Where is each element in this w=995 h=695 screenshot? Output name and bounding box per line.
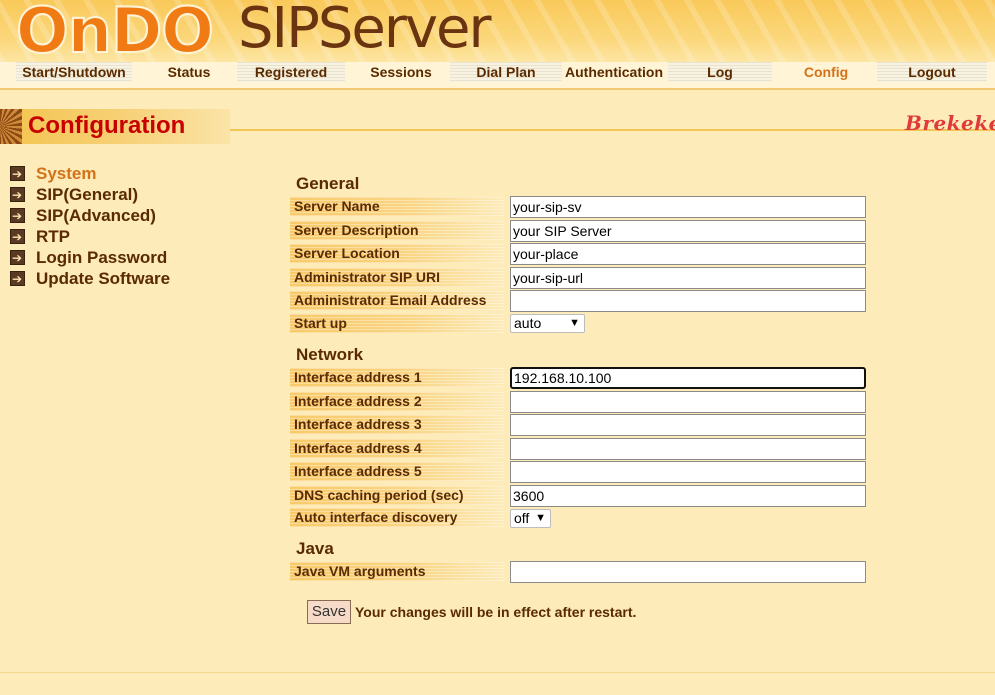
label-text: Administrator Email Address <box>294 292 487 308</box>
nav-logout[interactable]: Logout <box>877 62 987 82</box>
label-text: Auto interface discovery <box>294 509 458 525</box>
label-text: Interface address 5 <box>294 463 422 479</box>
sidebar-item-label: System <box>36 164 97 183</box>
admin-sip-uri-label: Administrator SIP URI <box>290 268 504 287</box>
label-text: Server Name <box>294 198 380 214</box>
interface-address-5-field[interactable] <box>510 461 866 483</box>
dns-caching-field[interactable] <box>510 485 866 507</box>
page-title-bar: Configuration <box>0 109 230 144</box>
interface-address-5-label: Interface address 5 <box>290 462 504 481</box>
sidebar-item-label: SIP(Advanced) <box>36 206 156 225</box>
chevron-down-icon: ▼ <box>535 512 546 524</box>
sidebar-item-label: Update Software <box>36 269 171 288</box>
admin-email-label: Administrator Email Address <box>290 291 504 310</box>
page-title: Configuration <box>28 112 186 139</box>
restart-note: Your changes will be in effect after res… <box>355 604 637 620</box>
auto-interface-discovery-label: Auto interface discovery <box>290 508 504 527</box>
java-vm-arguments-label: Java VM arguments <box>290 562 504 581</box>
sidebar-item-sip-general[interactable]: SIP(General) <box>10 184 170 206</box>
start-up-label: Start up <box>290 314 504 333</box>
start-up-select[interactable]: auto ▼ <box>510 314 585 333</box>
nav-config[interactable]: Config <box>790 62 862 82</box>
nav-registered[interactable]: Registered <box>237 62 345 82</box>
section-general-heading: General <box>296 174 360 193</box>
label-text: Server Description <box>294 222 419 238</box>
arrow-right-icon <box>10 227 25 248</box>
brekeke-logo: Brekeke <box>905 111 995 135</box>
app-header: OnDO SIPServer <box>0 0 995 68</box>
footer-divider <box>0 672 995 673</box>
admin-email-field[interactable] <box>510 290 866 312</box>
sunburst-icon <box>0 109 22 144</box>
sidebar-item-sip-advanced[interactable]: SIP(Advanced) <box>10 205 170 227</box>
server-name-field[interactable] <box>510 196 866 218</box>
select-value: off <box>514 510 530 526</box>
server-description-field[interactable] <box>510 220 866 242</box>
interface-address-4-field[interactable] <box>510 438 866 460</box>
config-sidebar: System SIP(General) SIP(Advanced) RTP Lo… <box>10 163 171 290</box>
chevron-down-icon: ▼ <box>569 317 580 329</box>
interface-address-3-label: Interface address 3 <box>290 415 504 434</box>
title-divider <box>230 129 995 131</box>
server-location-field[interactable] <box>510 243 866 265</box>
sidebar-item-label: SIP(General) <box>36 185 139 204</box>
arrow-right-icon <box>10 206 25 227</box>
dns-caching-label: DNS caching period (sec) <box>290 486 504 505</box>
interface-address-2-field[interactable] <box>510 391 866 413</box>
arrow-right-icon <box>10 164 25 185</box>
arrow-right-icon <box>10 248 25 269</box>
sidebar-item-update-software[interactable]: Update Software <box>10 268 171 290</box>
sidebar-item-label: Login Password <box>36 248 168 267</box>
sip-server-logo: SIPServer <box>238 0 491 61</box>
interface-address-1-label: Interface address 1 <box>290 368 504 387</box>
label-text: Server Location <box>294 245 400 261</box>
nav-status[interactable]: Status <box>160 62 218 82</box>
server-name-label: Server Name <box>290 197 504 216</box>
sidebar-item-rtp[interactable]: RTP <box>10 226 170 248</box>
interface-address-1-field[interactable] <box>510 367 866 389</box>
nav-sessions[interactable]: Sessions <box>362 62 440 82</box>
label-text: Start up <box>294 315 347 331</box>
sidebar-item-system[interactable]: System <box>10 163 170 185</box>
main-nav: Start/Shutdown Status Registered Session… <box>0 62 995 90</box>
server-location-label: Server Location <box>290 244 504 263</box>
label-text: DNS caching period (sec) <box>294 487 464 503</box>
nav-log[interactable]: Log <box>668 62 772 82</box>
label-text: Administrator SIP URI <box>294 269 440 285</box>
auto-interface-discovery-select[interactable]: off ▼ <box>510 509 551 528</box>
section-network-heading: Network <box>296 345 364 364</box>
ondo-logo: OnDO <box>15 0 215 68</box>
label-text: Java VM arguments <box>294 563 426 579</box>
select-value: auto <box>514 315 542 331</box>
label-text: Interface address 2 <box>294 393 422 409</box>
admin-sip-uri-field[interactable] <box>510 267 866 289</box>
java-vm-arguments-field[interactable] <box>510 561 866 583</box>
sidebar-item-login-password[interactable]: Login Password <box>10 247 170 269</box>
interface-address-2-label: Interface address 2 <box>290 392 504 411</box>
interface-address-3-field[interactable] <box>510 414 866 436</box>
nav-dial-plan[interactable]: Dial Plan <box>450 62 562 82</box>
nav-authentication[interactable]: Authentication <box>560 62 668 82</box>
interface-address-4-label: Interface address 4 <box>290 439 504 458</box>
save-button[interactable]: Save <box>307 600 351 624</box>
label-text: Interface address 3 <box>294 416 422 432</box>
sidebar-item-label: RTP <box>36 227 70 246</box>
nav-start-shutdown[interactable]: Start/Shutdown <box>16 62 132 82</box>
label-text: Interface address 1 <box>294 369 422 385</box>
server-description-label: Server Description <box>290 221 504 240</box>
arrow-right-icon <box>10 269 25 290</box>
label-text: Interface address 4 <box>294 440 422 456</box>
section-java-heading: Java <box>296 539 334 558</box>
arrow-right-icon <box>10 185 25 206</box>
